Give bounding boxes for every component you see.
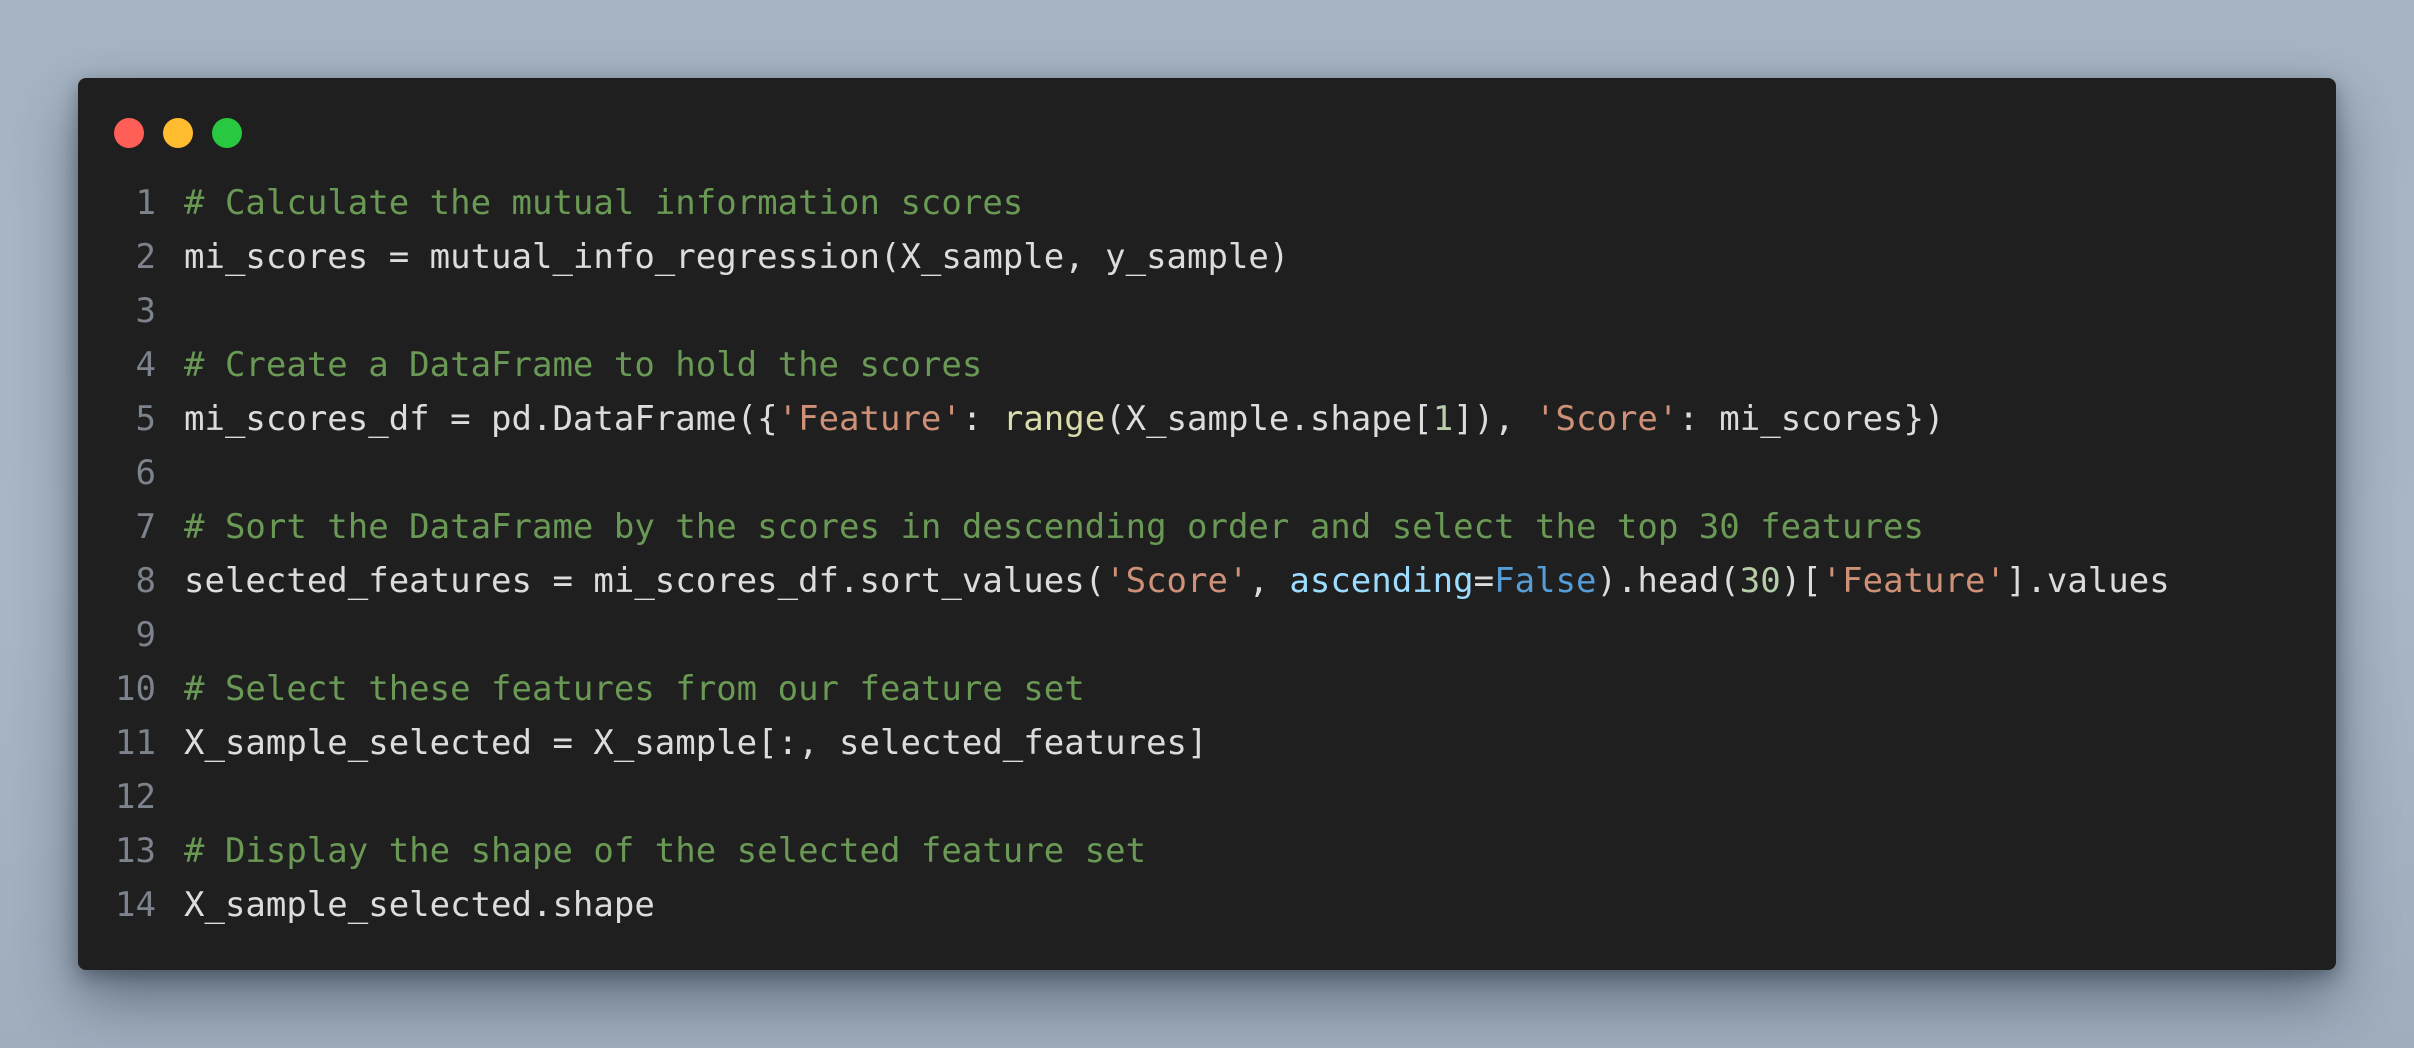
line-number: 5 [135, 399, 156, 439]
code-token-plain: )[ [1780, 561, 1822, 601]
code-token-plain: mi_scores_df = pd.DataFrame({ [184, 399, 778, 439]
line-number: 1 [135, 183, 156, 223]
code-token-number: 1 [1432, 399, 1454, 439]
window-titlebar [78, 78, 2336, 178]
code-token-plain: ]), [1453, 399, 1536, 439]
code-token-plain: = [1473, 561, 1495, 601]
code-token-plain: selected_features = mi_scores_df.sort_va… [184, 561, 1106, 601]
line-number: 4 [135, 345, 156, 385]
code-text: mi_scores = mutual_info_regression(X_sam… [184, 230, 1289, 284]
code-token-param: ascending [1289, 561, 1474, 601]
line-number: 7 [135, 507, 156, 547]
code-token-const: False [1494, 561, 1597, 601]
line-number: 13 [115, 831, 156, 871]
code-token-plain: X_sample_selected = X_sample[:, selected… [184, 723, 1208, 763]
line-number: 9 [135, 615, 156, 655]
code-line: 3 [78, 284, 2336, 338]
code-line: 1 # Calculate the mutual information scor… [78, 176, 2336, 230]
code-token-builtin: range [1002, 399, 1106, 439]
code-editor: 1 # Calculate the mutual information scor… [78, 176, 2336, 932]
code-line: 7 # Sort the DataFrame by the scores in d… [78, 500, 2336, 554]
code-text: # Sort the DataFrame by the scores in de… [184, 500, 1924, 554]
code-line: 6 [78, 446, 2336, 500]
code-token-comment: # Calculate the mutual information score… [184, 183, 1024, 223]
line-number: 3 [135, 291, 156, 331]
code-token-plain: (X_sample.shape[ [1105, 399, 1433, 439]
code-text: mi_scores_df = pd.DataFrame({'Feature' : … [184, 392, 1944, 446]
line-number: 14 [115, 885, 156, 925]
code-line: 2 mi_scores = mutual_info_regression(X_sa… [78, 230, 2336, 284]
code-token-plain: ].values [2005, 561, 2170, 601]
code-line: 14 X_sample_selected.shape [78, 878, 2336, 932]
line-number: 2 [135, 237, 156, 277]
code-token-plain: ).head( [1596, 561, 1740, 601]
code-text: X_sample_selected.shape [184, 878, 655, 932]
code-token-comment: # Display the shape of the selected feat… [184, 831, 1147, 871]
code-token-number: 30 [1739, 561, 1781, 601]
code-window: 1 # Calculate the mutual information scor… [78, 78, 2336, 970]
line-number: 6 [135, 453, 156, 493]
code-text: # Display the shape of the selected feat… [184, 824, 1146, 878]
code-token-string: 'Score' [1105, 561, 1249, 601]
code-token-plain: mi_scores = mutual_info_regression(X_sam… [184, 237, 1290, 277]
code-line: 4 # Create a DataFrame to hold the scores [78, 338, 2336, 392]
code-text: selected_features = mi_scores_df.sort_va… [184, 554, 2170, 608]
code-token-plain: X_sample_selected.shape [184, 885, 655, 925]
line-number: 10 [115, 669, 156, 709]
code-token-string: 'Feature' [1821, 561, 2006, 601]
code-text: # Create a DataFrame to hold the scores [184, 338, 982, 392]
code-line: 11 X_sample_selected = X_sample[:, select… [78, 716, 2336, 770]
code-text: X_sample_selected = X_sample[:, selected… [184, 716, 1208, 770]
line-number: 12 [115, 777, 156, 817]
code-line: 8 selected_features = mi_scores_df.sort_v… [78, 554, 2336, 608]
code-token-plain: : [961, 399, 1003, 439]
code-line: 13 # Display the shape of the selected fe… [78, 824, 2336, 878]
code-token-comment: # Create a DataFrame to hold the scores [184, 345, 983, 385]
code-token-string: 'Feature' [777, 399, 962, 439]
code-line: 10 # Select these features from our featu… [78, 662, 2336, 716]
code-token-comment: # Select these features from our feature… [184, 669, 1085, 709]
minimize-window-button[interactable] [163, 118, 193, 148]
code-line: 9 [78, 608, 2336, 662]
line-number: 11 [115, 723, 156, 763]
code-token-comment: # Sort the DataFrame by the scores in de… [184, 507, 1924, 547]
code-text: # Calculate the mutual information score… [184, 176, 1023, 230]
zoom-window-button[interactable] [212, 118, 242, 148]
code-token-plain: , [1248, 561, 1290, 601]
code-line: 12 [78, 770, 2336, 824]
code-text: # Select these features from our feature… [184, 662, 1085, 716]
code-line: 5 mi_scores_df = pd.DataFrame({'Feature':… [78, 392, 2336, 446]
code-token-plain: : mi_scores}) [1678, 399, 1945, 439]
line-number: 8 [135, 561, 156, 601]
code-token-string: 'Score' [1535, 399, 1679, 439]
close-window-button[interactable] [114, 118, 144, 148]
